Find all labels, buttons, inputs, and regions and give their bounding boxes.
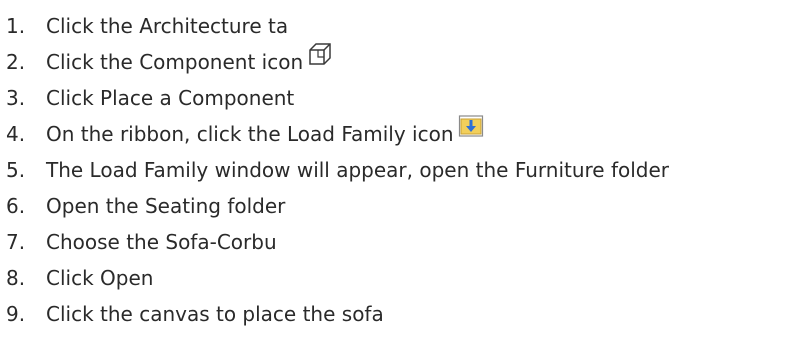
step-text: Click the canvas to place the sofa <box>46 302 384 326</box>
list-item: 6. Open the Seating folder <box>0 182 799 218</box>
list-item: 5. The Load Family window will appear, o… <box>0 146 799 182</box>
instruction-list: 1. Click the Architecture ta 2. Click th… <box>0 0 799 326</box>
step-text: The Load Family window will appear, open… <box>46 158 670 182</box>
step-number: 4. <box>6 122 26 146</box>
step-text: Choose the Sofa-Corbu <box>46 230 277 254</box>
step-text: Click Place a Component <box>46 86 295 110</box>
list-item: 2. Click the Component icon <box>0 38 799 74</box>
step-text: Click Open <box>46 266 154 290</box>
step-number: 2. <box>6 50 26 74</box>
list-item: 8. Click Open <box>0 254 799 290</box>
list-item: 9. Click the canvas to place the sofa <box>0 290 799 326</box>
step-number: 5. <box>6 158 26 182</box>
load-family-icon <box>458 113 484 144</box>
list-item: 1. Click the Architecture ta <box>0 2 799 38</box>
step-text: Click the Architecture ta <box>46 14 289 38</box>
step-text: Open the Seating folder <box>46 194 286 218</box>
step-text: On the ribbon, click the Load Family ico… <box>46 122 454 146</box>
list-item: 7. Choose the Sofa-Corbu <box>0 218 799 254</box>
step-number: 7. <box>6 230 26 254</box>
list-item: 4. On the ribbon, click the Load Family … <box>0 110 799 146</box>
step-number: 6. <box>6 194 26 218</box>
step-text: Click the Component icon <box>46 50 304 74</box>
list-item: 3. Click Place a Component <box>0 74 799 110</box>
step-number: 1. <box>6 14 26 38</box>
step-number: 8. <box>6 266 26 290</box>
step-number: 3. <box>6 86 26 110</box>
step-number: 9. <box>6 302 26 326</box>
component-icon <box>307 41 333 72</box>
